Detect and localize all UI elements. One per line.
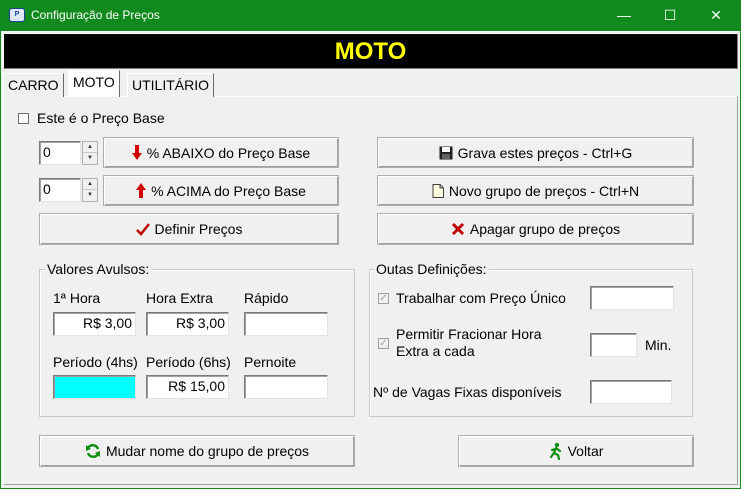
fraction-checkbox[interactable]: ✓ <box>378 338 389 349</box>
new-group-label: Novo grupo de preços - Ctrl+N <box>448 182 640 199</box>
valores-avulsos-title: Valores Avulsos: <box>45 261 152 277</box>
checkmark-icon <box>135 222 150 236</box>
first-hour-label: 1ª Hora <box>53 290 101 306</box>
spots-input[interactable] <box>590 380 672 404</box>
outras-definicoes-title: Outas Definições: <box>374 261 489 277</box>
spin-down-icon[interactable]: ▼ <box>83 190 97 201</box>
fraction-label-line2: Extra a cada <box>396 343 475 359</box>
app-icon: P <box>9 8 25 22</box>
minimize-button[interactable]: — <box>601 0 647 31</box>
spin-up-icon[interactable]: ▲ <box>83 142 97 153</box>
quick-input[interactable] <box>244 312 328 336</box>
base-price-checkbox[interactable] <box>18 113 29 124</box>
quick-label: Rápido <box>244 290 289 306</box>
first-hour-input[interactable]: R$ 3,00 <box>53 312 136 336</box>
arrow-up-icon <box>136 182 147 199</box>
minimize-icon: — <box>617 7 631 23</box>
refresh-icon <box>85 443 101 459</box>
delete-group-button[interactable]: Apagar grupo de preços <box>377 213 694 245</box>
fraction-label-line1: Permitir Fracionar Hora <box>396 326 542 342</box>
period4-input[interactable] <box>53 375 136 399</box>
below-percent-spinner[interactable]: ▲ ▼ <box>82 141 98 165</box>
spin-down-icon[interactable]: ▼ <box>83 153 97 164</box>
rename-group-label: Mudar nome do grupo de preços <box>105 443 310 459</box>
spin-up-icon[interactable]: ▲ <box>83 179 97 190</box>
period6-input[interactable]: R$ 15,00 <box>146 375 229 399</box>
define-prices-button[interactable]: Definir Preços <box>39 213 339 245</box>
below-base-button[interactable]: % ABAIXO do Preço Base <box>103 137 339 168</box>
above-base-button[interactable]: % ACIMA do Preço Base <box>103 175 339 206</box>
close-icon: ✕ <box>710 7 722 23</box>
tab-moto[interactable]: MOTO <box>68 70 120 97</box>
below-base-label: % ABAIXO do Preço Base <box>146 144 311 161</box>
red-x-icon <box>451 222 465 236</box>
running-man-icon <box>549 442 563 460</box>
above-base-label: % ACIMA do Preço Base <box>151 182 306 199</box>
save-prices-button[interactable]: Grava estes preços - Ctrl+G <box>377 137 694 168</box>
tab-carro[interactable]: CARRO <box>3 73 64 97</box>
window-title: Configuração de Preços <box>31 8 160 22</box>
maximize-icon: ☐ <box>663 7 677 23</box>
base-price-label: Este é o Preço Base <box>37 110 165 126</box>
period6-label: Período (6hs) <box>146 354 231 370</box>
single-price-input[interactable] <box>590 286 674 310</box>
tab-utilitario[interactable]: UTILITÁRIO <box>127 73 215 97</box>
arrow-down-icon <box>131 144 142 161</box>
below-percent-input[interactable]: 0 <box>39 141 81 165</box>
floppy-disk-icon <box>439 146 453 160</box>
delete-group-label: Apagar grupo de preços <box>469 221 621 237</box>
fraction-minutes-input[interactable] <box>590 333 637 357</box>
close-button[interactable]: ✕ <box>693 0 739 31</box>
above-percent-input[interactable]: 0 <box>39 178 81 202</box>
period4-label: Período (4hs) <box>53 354 138 370</box>
maximize-button[interactable]: ☐ <box>647 0 693 31</box>
back-label: Voltar <box>567 443 604 459</box>
new-document-icon <box>432 183 444 198</box>
single-price-label: Trabalhar com Preço Único <box>396 290 566 306</box>
above-percent-spinner[interactable]: ▲ ▼ <box>82 178 98 202</box>
vehicle-banner: MOTO <box>3 33 738 69</box>
extra-hour-label: Hora Extra <box>146 290 213 306</box>
spots-label: Nº de Vagas Fixas disponíveis <box>373 384 562 400</box>
rename-group-button[interactable]: Mudar nome do grupo de preços <box>39 435 355 467</box>
fraction-unit-label: Min. <box>645 337 672 353</box>
define-prices-label: Definir Preços <box>154 221 243 237</box>
overnight-input[interactable] <box>244 375 328 399</box>
back-button[interactable]: Voltar <box>458 435 694 467</box>
new-group-button[interactable]: Novo grupo de preços - Ctrl+N <box>377 175 694 206</box>
extra-hour-input[interactable]: R$ 3,00 <box>146 312 229 336</box>
save-prices-label: Grava estes preços - Ctrl+G <box>457 144 633 161</box>
overnight-label: Pernoite <box>244 354 297 370</box>
single-price-checkbox[interactable]: ✓ <box>378 293 389 304</box>
